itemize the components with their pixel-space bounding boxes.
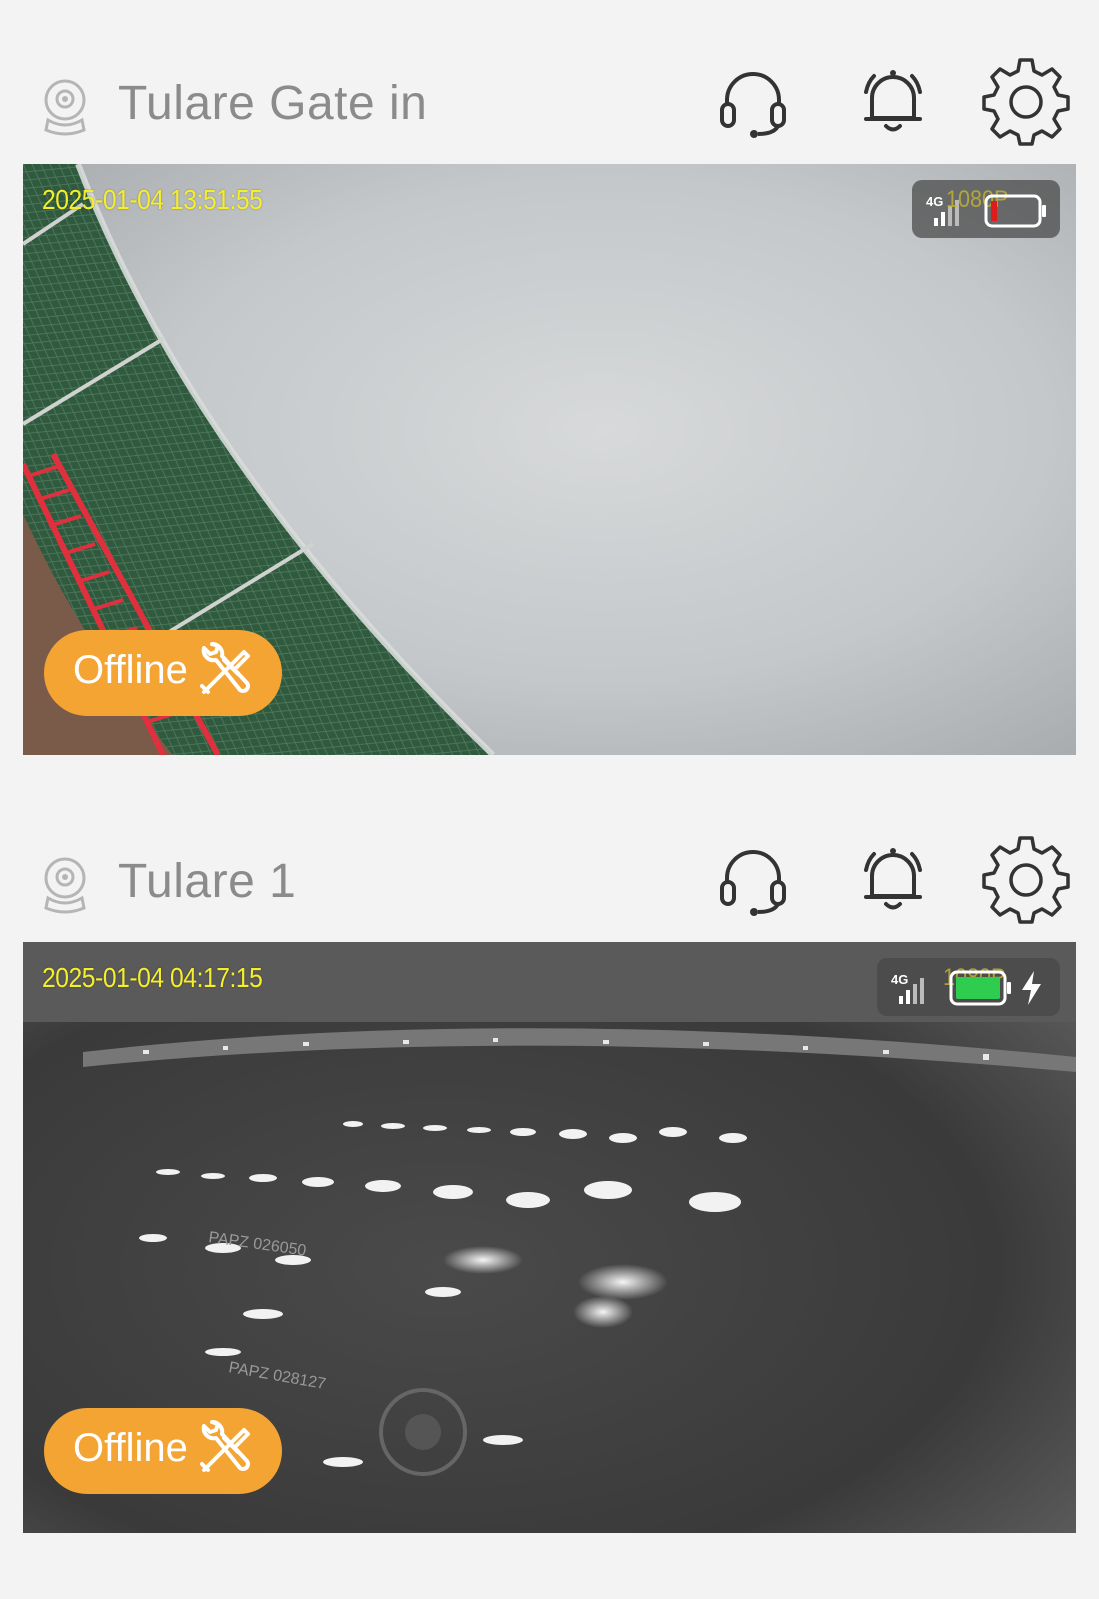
network-label: 4G: [926, 194, 943, 209]
battery-icon: [984, 194, 1046, 228]
headset-icon: [720, 850, 786, 916]
settings-button[interactable]: [982, 58, 1070, 146]
camera-card[interactable]: Tulare Gate in 2025-01-04 13:51:55 4G 10…: [0, 58, 1099, 755]
support-button[interactable]: [718, 68, 788, 138]
alerts-button[interactable]: [858, 844, 928, 914]
offline-label: Offline: [73, 648, 188, 692]
network-label: 4G: [891, 972, 908, 987]
feed-timestamp: 2025-01-04 04:17:15: [42, 962, 263, 993]
camera-title: Tulare Gate in: [118, 77, 428, 130]
settings-button[interactable]: [982, 836, 1070, 924]
camera-icon: [44, 857, 86, 914]
tools-icon: [200, 642, 250, 694]
camera-header: Tulare Gate in: [0, 58, 1099, 164]
offline-label: Offline: [73, 1426, 188, 1470]
tools-icon: [200, 1420, 250, 1472]
status-panel: 4G 1080P: [877, 958, 1060, 1016]
camera-card[interactable]: Tulare 1 PAPZ 026050 PAPZ 028127 2025-01…: [0, 836, 1099, 1533]
gear-icon: [982, 836, 1070, 924]
camera-icon: [44, 79, 86, 136]
alerts-button[interactable]: [858, 66, 928, 136]
battery-icon: [949, 970, 1011, 1006]
status-panel: 4G 1080P: [912, 180, 1060, 238]
bell-icon: [864, 70, 922, 132]
camera-header: Tulare 1: [0, 836, 1099, 942]
bolt-icon: [1022, 971, 1041, 1005]
camera-feed[interactable]: PAPZ 026050 PAPZ 028127 2025-01-04 04:17…: [23, 942, 1076, 1533]
bell-icon: [864, 848, 922, 910]
feed-timestamp: 2025-01-04 13:51:55: [42, 184, 263, 215]
camera-title: Tulare 1: [118, 855, 297, 908]
support-button[interactable]: [718, 846, 788, 916]
signal-icon: 4G: [891, 972, 924, 1004]
offline-badge[interactable]: Offline: [44, 1408, 282, 1494]
offline-badge[interactable]: Offline: [44, 630, 282, 716]
headset-icon: [720, 72, 786, 138]
gear-icon: [982, 58, 1070, 146]
camera-feed[interactable]: 2025-01-04 13:51:55 4G 1080P Offline: [23, 164, 1076, 755]
